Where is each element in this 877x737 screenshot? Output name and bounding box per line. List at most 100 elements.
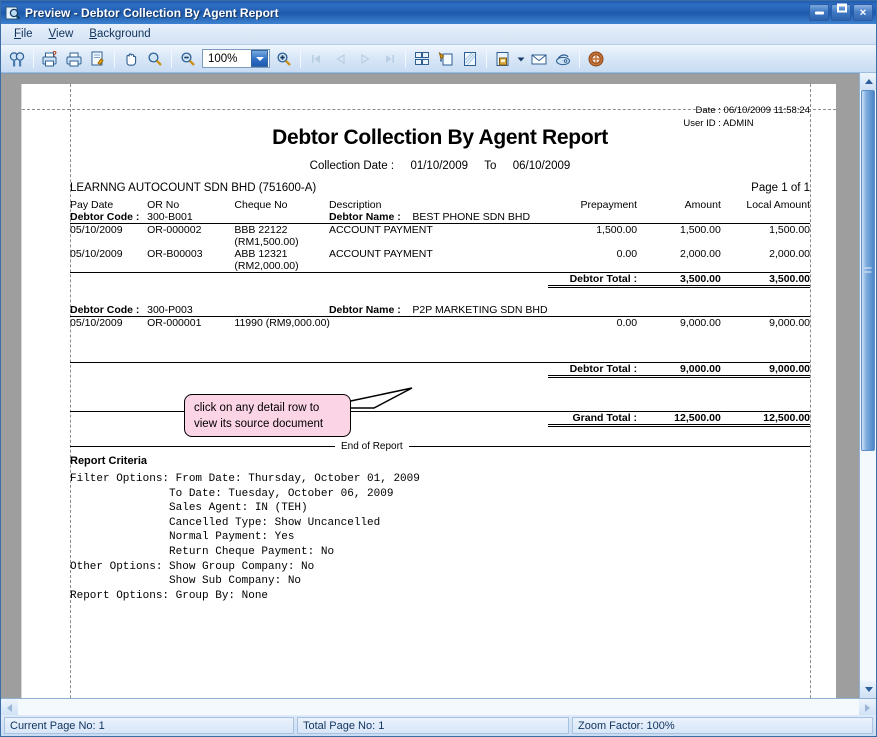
menu-item-file[interactable]: File [7, 26, 40, 42]
debtor-total-label: Debtor Total : [548, 363, 638, 376]
menu-item-background[interactable]: Background [82, 26, 157, 42]
canvas-row: Date : 06/10/2009 11:58:24 User ID : ADM… [1, 73, 876, 698]
report-subtitle: Collection Date : 01/10/2009 To 06/10/20… [70, 160, 810, 172]
close-button[interactable]: ✕ [853, 4, 873, 21]
table-row-continuation: (RM1,500.00) [70, 236, 810, 248]
debtor-name-cell: Debtor Name : P2P MARKETING SDN BHD [329, 304, 548, 317]
debtor-name-value: P2P MARKETING SDN BHD [412, 304, 547, 316]
report-header-meta: Date : 06/10/2009 11:58:24 User ID : ADM… [675, 104, 810, 130]
status-current-page: Current Page No: 1 [4, 717, 294, 734]
report-date-label: Date : [675, 104, 721, 117]
zoom-in-icon[interactable] [272, 47, 296, 70]
scroll-up-button[interactable] [860, 73, 876, 90]
collection-date-to: 06/10/2009 [513, 160, 571, 172]
collection-date-to-word: To [484, 160, 496, 172]
export-save-icon[interactable] [491, 47, 515, 70]
col-local-amount: Local Amount [721, 199, 810, 211]
status-zoom-factor: Zoom Factor: 100% [572, 717, 873, 734]
cell-local-amount: 2,000.00 [721, 248, 810, 260]
watermark-icon[interactable] [458, 47, 482, 70]
grand-total-local: 12,500.00 [721, 412, 810, 425]
debtor-total-local: 9,000.00 [721, 363, 810, 376]
table-row[interactable]: 05/10/2009 OR-000001 11990 (RM9,000.00) … [70, 316, 810, 329]
debtor-code-label: Debtor Code : [70, 211, 147, 224]
toolbar-separator [486, 50, 487, 68]
col-pay-date: Pay Date [70, 199, 147, 211]
search-icon[interactable] [5, 47, 29, 70]
col-description: Description [329, 199, 548, 211]
table-row[interactable]: 05/10/2009 OR-000002 BBB 22122 ACCOUNT P… [70, 224, 810, 237]
preview-canvas[interactable]: Date : 06/10/2009 11:58:24 User ID : ADM… [1, 73, 859, 698]
scroll-down-button[interactable] [860, 681, 876, 698]
toolbar-separator [171, 50, 172, 68]
col-cheque-no: Cheque No [234, 199, 329, 211]
printer-setup-icon[interactable]: ? [38, 47, 62, 70]
debtor-group-header: Debtor Code : 300-B001 Debtor Name : BES… [70, 211, 810, 224]
report-user-line: User ID : ADMIN [675, 117, 810, 130]
col-amount: Amount [637, 199, 721, 211]
zoom-out-icon[interactable] [176, 47, 200, 70]
background-color-icon[interactable] [434, 47, 458, 70]
col-prepayment: Prepayment [548, 199, 638, 211]
chevron-down-icon[interactable] [251, 50, 268, 67]
divider-line-left [70, 446, 335, 447]
debtor-total-amount: 3,500.00 [637, 273, 721, 286]
horizontal-scroll-track[interactable] [18, 699, 859, 715]
cell-or-no: OR-B00003 [147, 248, 234, 260]
cell-pay-date: 05/10/2009 [70, 248, 147, 260]
cell-amount: 1,500.00 [637, 224, 721, 237]
report-user-label: User ID : [675, 117, 721, 130]
multi-page-view-icon[interactable] [410, 47, 434, 70]
email-icon[interactable] [527, 47, 551, 70]
cell-cheque-no: BBB 22122 [234, 224, 329, 237]
first-page-icon[interactable] [305, 47, 329, 70]
debtor-total-row: Debtor Total : 9,000.00 9,000.00 [70, 363, 810, 376]
print-icon[interactable] [62, 47, 86, 70]
callout-line-2: view its source document [194, 416, 350, 432]
cell-amount: 9,000.00 [637, 316, 721, 329]
debtor-name-label: Debtor Name : [329, 211, 401, 223]
fax-icon[interactable] [551, 47, 575, 70]
cell-pay-date: 05/10/2009 [70, 316, 147, 329]
zoom-tool-icon[interactable] [143, 47, 167, 70]
preview-window: Preview - Debtor Collection By Agent Rep… [0, 0, 877, 737]
report-date-value: 06/10/2009 11:58:24 [724, 105, 810, 116]
exit-icon[interactable] [584, 47, 608, 70]
cell-pay-date: 05/10/2009 [70, 224, 147, 237]
scroll-left-button[interactable] [1, 699, 18, 715]
table-row[interactable]: 05/10/2009 OR-B00003 ABB 12321 ACCOUNT P… [70, 248, 810, 260]
right-margin-guide [810, 84, 811, 698]
grand-total-amount: 12,500.00 [637, 412, 721, 425]
toolbar-separator [579, 50, 580, 68]
cell-cheque-no: ABB 12321 [234, 248, 329, 260]
export-dropdown-arrow-icon[interactable] [515, 47, 527, 70]
maximize-button[interactable] [831, 4, 851, 21]
cell-cheque-amount: (RM2,000.00) [234, 260, 329, 273]
callout-bubble: click on any detail row to view its sour… [184, 394, 351, 437]
toolbar: ? [1, 45, 876, 73]
minimize-button[interactable] [809, 4, 829, 21]
vertical-scrollbar[interactable] [859, 73, 876, 698]
table-row-continuation: (RM2,000.00) [70, 260, 810, 273]
debtor-name-label: Debtor Name : [329, 304, 401, 316]
previous-page-icon[interactable] [329, 47, 353, 70]
callout-pointer-icon [334, 386, 454, 426]
horizontal-scrollbar[interactable] [1, 698, 876, 715]
vertical-scroll-thumb[interactable] [861, 90, 875, 451]
next-page-icon[interactable] [353, 47, 377, 70]
company-name: LEARNNG AUTOCOUNT SDN BHD (751600-A) [70, 182, 316, 194]
debtor-code-label: Debtor Code : [70, 304, 147, 317]
grand-total-label: Grand Total : [548, 412, 638, 425]
scroll-right-button[interactable] [859, 699, 876, 715]
debtor-code-value: 300-P003 [147, 304, 234, 317]
end-of-report-divider: End of Report [70, 441, 810, 452]
last-page-icon[interactable] [377, 47, 401, 70]
status-total-page: Total Page No: 1 [297, 717, 569, 734]
cell-prepayment: 0.00 [548, 248, 638, 260]
zoom-level-combobox[interactable]: 100% [202, 49, 270, 68]
pan-hand-icon[interactable] [119, 47, 143, 70]
vertical-scroll-track[interactable] [860, 90, 876, 681]
menu-item-view[interactable]: View [42, 26, 81, 42]
debtor-total-amount: 9,000.00 [637, 363, 721, 376]
page-setup-icon[interactable] [86, 47, 110, 70]
